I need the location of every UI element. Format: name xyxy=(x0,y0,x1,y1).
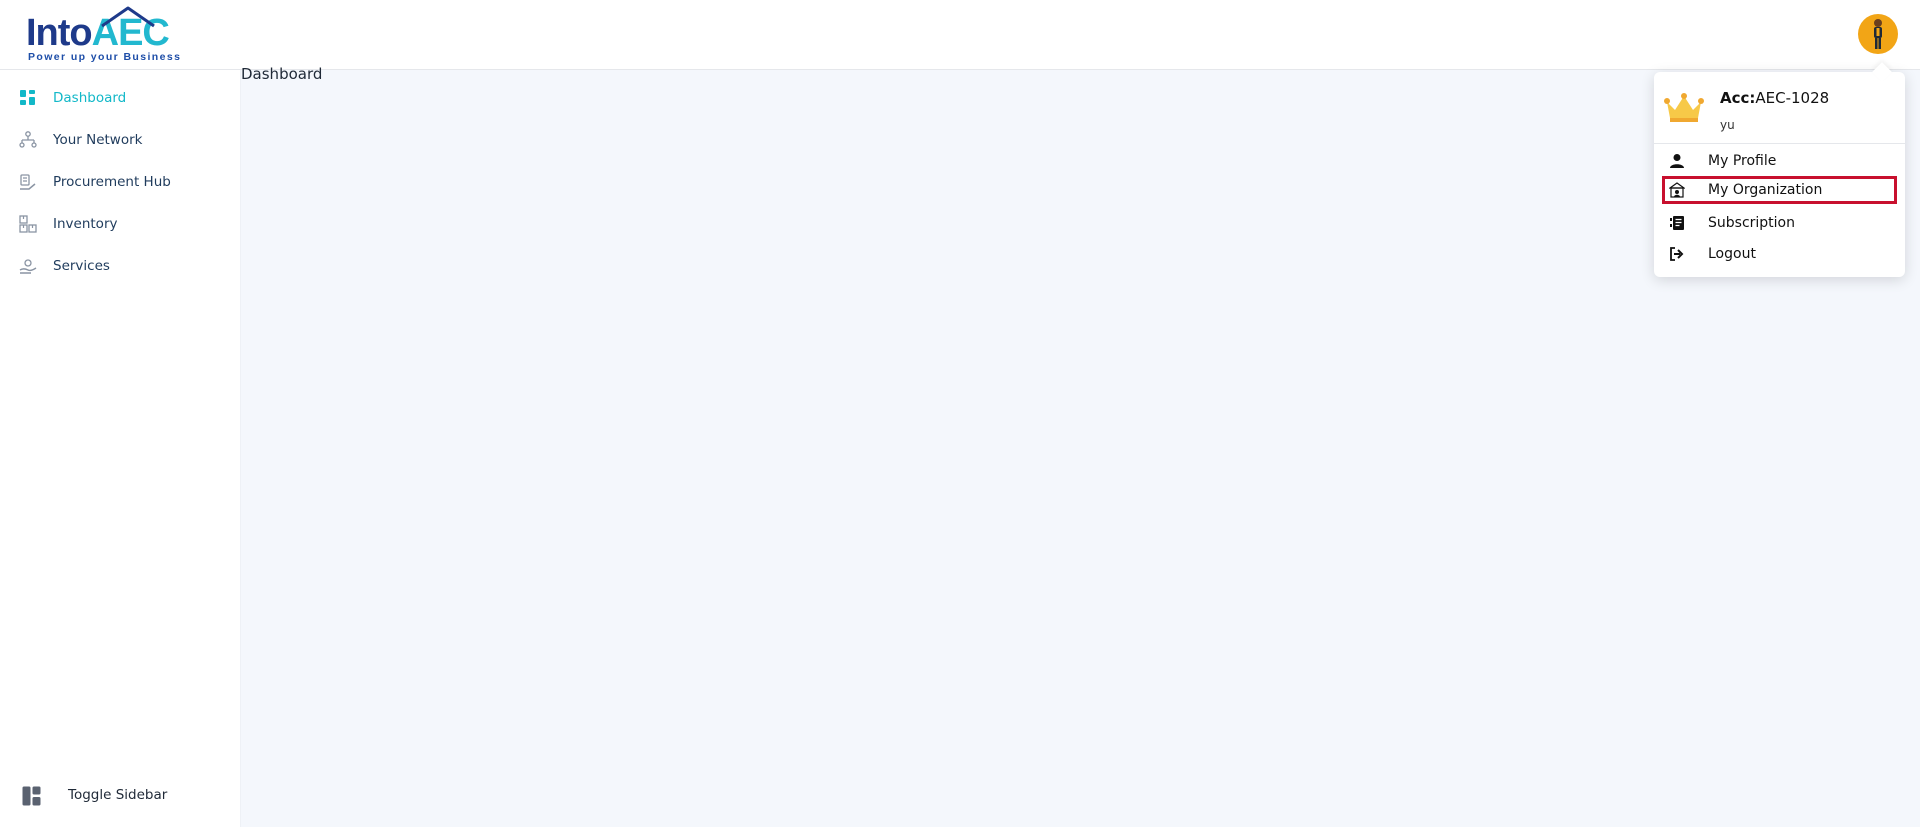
sidebar-item-services[interactable]: Services xyxy=(0,248,240,284)
services-icon xyxy=(19,259,37,274)
account-id: Acc:AEC-1028 xyxy=(1720,89,1830,107)
sidebar-item-label: Services xyxy=(53,258,110,274)
toggle-sidebar-button[interactable]: Toggle Sidebar xyxy=(0,778,240,814)
sidebar-item-inventory[interactable]: Inventory xyxy=(0,206,240,242)
sidebar-item-procurement-hub[interactable]: Procurement Hub xyxy=(0,164,240,200)
menu-item-my-organization[interactable]: My Organization xyxy=(1662,176,1897,204)
menu-item-logout[interactable]: Logout xyxy=(1662,240,1897,268)
top-bar: IntoAEC Power up your Business xyxy=(0,0,1920,70)
logout-icon xyxy=(1670,247,1684,261)
person-icon xyxy=(1670,154,1684,168)
account-summary: Acc:AEC-1028 yu xyxy=(1654,72,1905,144)
sidebar-item-dashboard[interactable]: Dashboard xyxy=(0,80,240,116)
profile-dropdown-menu: Acc:AEC-1028 yu My Profile My Organizati… xyxy=(1654,62,1905,277)
crown-icon xyxy=(1664,93,1704,122)
inventory-icon xyxy=(19,215,37,233)
toggle-sidebar-label: Toggle Sidebar xyxy=(68,787,168,803)
logo-roof-icon xyxy=(101,6,155,28)
sidebar-item-label: Your Network xyxy=(53,132,143,148)
user-avatar-icon[interactable] xyxy=(1858,14,1898,54)
page-title: Dashboard xyxy=(241,65,323,83)
logo-tagline: Power up your Business xyxy=(28,51,182,63)
network-icon xyxy=(19,131,37,148)
sidebar-item-label: Dashboard xyxy=(53,90,127,106)
sidebar-item-label: Procurement Hub xyxy=(53,174,171,190)
subscription-icon xyxy=(1670,216,1684,230)
menu-item-my-profile[interactable]: My Profile xyxy=(1662,147,1897,175)
username: yu xyxy=(1720,118,1735,132)
sidebar-item-your-network[interactable]: Your Network xyxy=(0,122,240,158)
dashboard-icon xyxy=(20,90,35,105)
sidebar-item-label: Inventory xyxy=(53,216,118,232)
sidebar-toggle-icon xyxy=(22,786,41,806)
organization-icon xyxy=(1669,182,1685,198)
procurement-icon xyxy=(20,174,36,190)
sidebar: Dashboard Your Network Procurement Hub I… xyxy=(0,70,240,827)
menu-item-subscription[interactable]: Subscription xyxy=(1662,209,1897,237)
intoaec-logo[interactable]: IntoAEC Power up your Business xyxy=(26,6,182,63)
